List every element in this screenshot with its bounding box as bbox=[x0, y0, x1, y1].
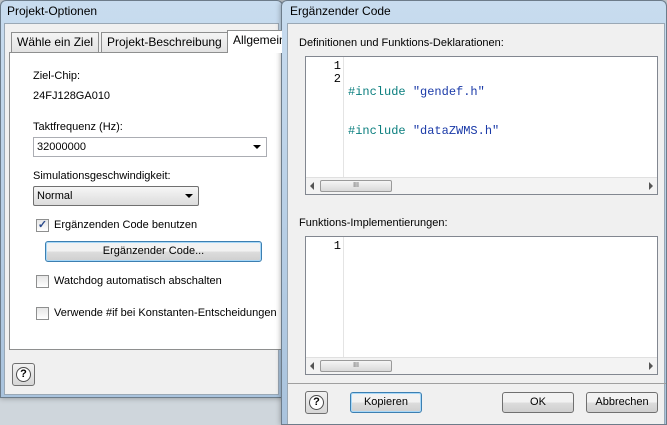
general-panel: Ziel-Chip: 24FJ128GA010 Taktfrequenz (Hz… bbox=[9, 52, 282, 350]
copy-button[interactable]: Kopieren bbox=[350, 392, 422, 413]
target-chip-label: Ziel-Chip: bbox=[33, 70, 81, 82]
help-button[interactable]: ? bbox=[12, 363, 35, 386]
use-if-label[interactable]: Verwende #if bei Konstanten-Entscheidung… bbox=[54, 307, 277, 319]
help-icon: ? bbox=[309, 395, 324, 410]
scroll-right-icon[interactable] bbox=[649, 362, 653, 370]
clock-frequency-value: 32000000 bbox=[37, 141, 86, 153]
scrollbar-thumb[interactable]: III bbox=[320, 180, 392, 192]
scrollbar-thumb[interactable]: III bbox=[320, 360, 392, 372]
extra-code-client: Definitionen und Funktions-Deklarationen… bbox=[287, 23, 666, 424]
project-options-window: Projekt-Optionen Wähle ein Ziel Projekt-… bbox=[0, 0, 283, 398]
extra-code-button[interactable]: Ergänzender Code... bbox=[45, 241, 262, 262]
use-if-checkbox[interactable] bbox=[36, 307, 49, 320]
definitions-label: Definitionen und Funktions-Deklarationen… bbox=[299, 37, 504, 49]
scroll-right-icon[interactable] bbox=[649, 182, 653, 190]
line-number: 2 bbox=[333, 72, 341, 86]
horizontal-scrollbar[interactable]: III bbox=[306, 357, 657, 374]
tab-project-description[interactable]: Projekt-Beschreibung bbox=[101, 32, 228, 53]
clock-frequency-combobox[interactable]: 32000000 bbox=[33, 137, 267, 157]
checkmark-icon: ✓ bbox=[37, 219, 48, 231]
line-number: 1 bbox=[333, 239, 341, 253]
chevron-down-icon[interactable] bbox=[185, 194, 193, 198]
tab-general[interactable]: Allgemein bbox=[227, 30, 282, 53]
target-chip-value: 24FJ128GA010 bbox=[33, 90, 111, 102]
code-line: #include "dataZWMS.h" bbox=[348, 125, 499, 138]
code-keyword: #include bbox=[348, 85, 406, 99]
code-string: "dataZWMS.h" bbox=[412, 124, 500, 138]
implementations-label: Funktions-Implementierungen: bbox=[299, 217, 448, 229]
project-options-client: Wähle ein Ziel Projekt-Beschreibung Allg… bbox=[4, 23, 282, 395]
simulation-speed-value: Normal bbox=[37, 190, 73, 202]
definitions-editor[interactable]: 1 2 #include "gendef.h" #include "dataZW… bbox=[305, 56, 658, 195]
watchdog-label[interactable]: Watchdog automatisch abschalten bbox=[54, 275, 222, 287]
line-number-gutter: 1 bbox=[306, 237, 344, 357]
horizontal-scrollbar[interactable]: III bbox=[306, 177, 657, 194]
watchdog-checkbox[interactable] bbox=[36, 275, 49, 288]
scroll-left-icon[interactable] bbox=[310, 182, 314, 190]
help-icon: ? bbox=[16, 367, 31, 382]
simulation-speed-label: Simulationsgeschwindigkeit: bbox=[33, 170, 171, 182]
chevron-down-icon[interactable] bbox=[253, 145, 261, 149]
code-line: #include "gendef.h" bbox=[348, 86, 499, 99]
code-keyword: #include bbox=[348, 124, 406, 138]
ok-button[interactable]: OK bbox=[502, 392, 574, 413]
clock-frequency-label: Taktfrequenz (Hz): bbox=[33, 121, 123, 133]
implementations-editor[interactable]: 1 III bbox=[305, 236, 658, 375]
extra-code-window: Ergänzender Code Definitionen und Funkti… bbox=[281, 0, 667, 425]
simulation-speed-select[interactable]: Normal bbox=[33, 186, 199, 206]
button-separator bbox=[288, 383, 666, 384]
definitions-code[interactable]: #include "gendef.h" #include "dataZWMS.h… bbox=[348, 60, 499, 164]
tab-select-target[interactable]: Wähle ein Ziel bbox=[11, 32, 100, 53]
cancel-button[interactable]: Abbrechen bbox=[586, 392, 658, 413]
project-options-title: Projekt-Optionen bbox=[7, 4, 98, 18]
scroll-left-icon[interactable] bbox=[310, 362, 314, 370]
line-number-gutter: 1 2 bbox=[306, 57, 344, 177]
extra-code-title: Ergänzender Code bbox=[290, 4, 391, 18]
code-string: "gendef.h" bbox=[412, 85, 485, 99]
help-button[interactable]: ? bbox=[305, 391, 328, 414]
use-extra-code-checkbox[interactable]: ✓ bbox=[36, 219, 49, 232]
use-extra-code-label[interactable]: Ergänzenden Code benutzen bbox=[54, 219, 197, 231]
